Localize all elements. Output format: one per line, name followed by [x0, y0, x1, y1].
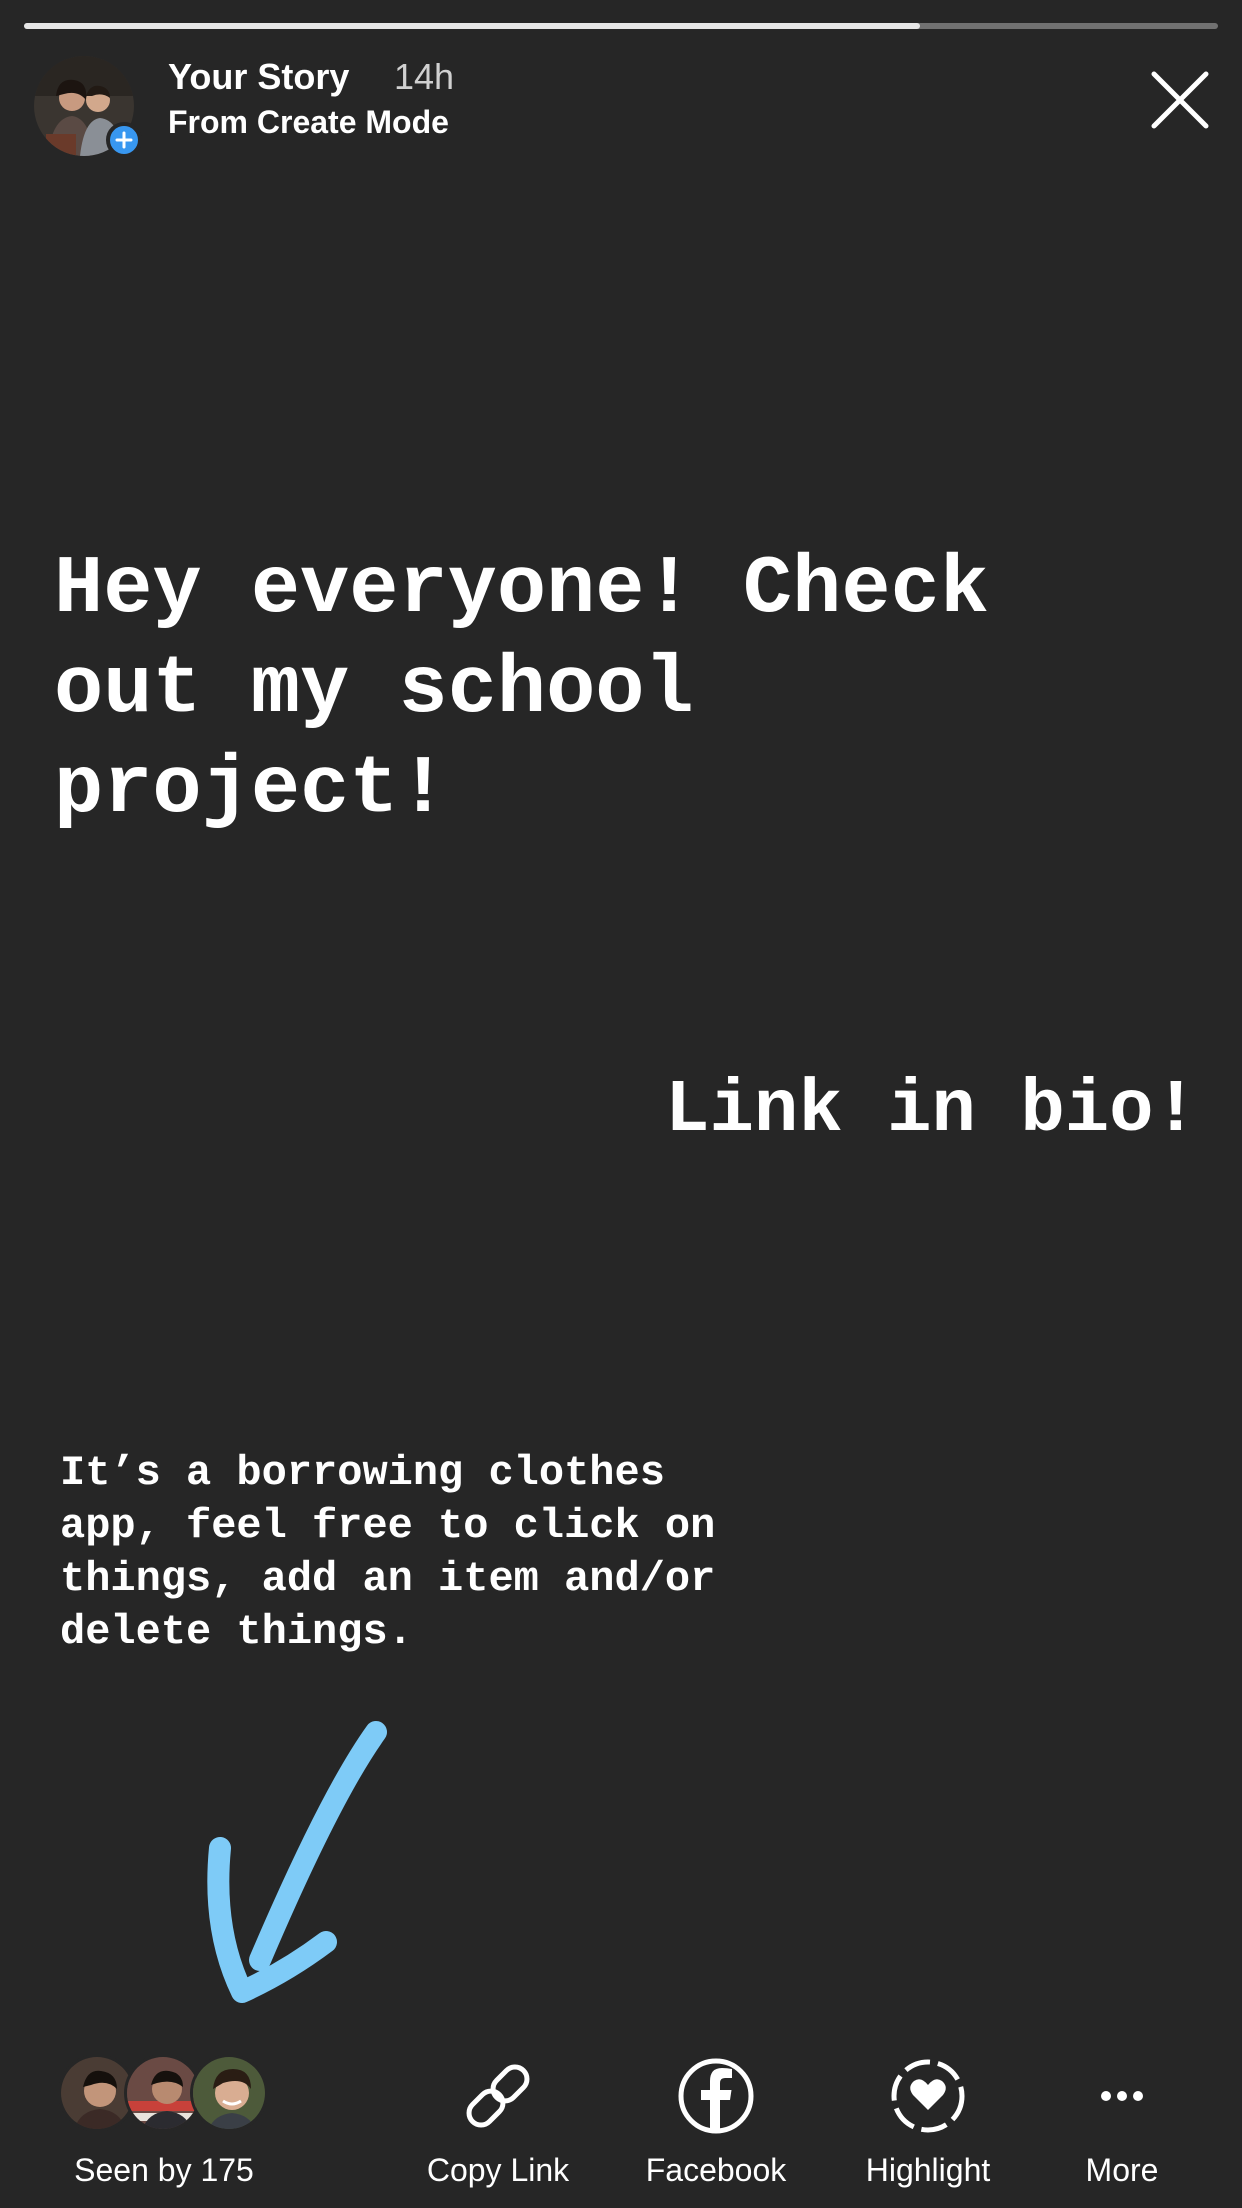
story-link-in-bio-text: Link in bio! — [665, 1069, 1198, 1153]
more-label: More — [1085, 2152, 1159, 2188]
facebook-label: Facebook — [645, 2152, 787, 2188]
story-headline-text: Hey everyone! Check out my school projec… — [54, 543, 989, 836]
story-progress-fill — [24, 23, 920, 29]
highlight-heart-icon — [891, 2059, 965, 2133]
close-icon — [1151, 71, 1209, 129]
more-dots-icon — [1101, 2091, 1143, 2101]
highlight-button[interactable]: Highlight — [833, 2046, 1023, 2196]
story-viewer: Your Story 14h From Create Mode Hey ever… — [0, 0, 1242, 2208]
viewer-3-photo-icon — [193, 2057, 265, 2129]
copy-link-label: Copy Link — [426, 2152, 570, 2188]
more-button[interactable]: More — [1027, 2046, 1217, 2196]
story-progress-bar — [24, 23, 1218, 29]
close-button[interactable] — [1148, 68, 1212, 132]
facebook-share-button[interactable]: Facebook — [621, 2046, 811, 2196]
seen-by-count[interactable]: Seen by 175 — [48, 2152, 280, 2189]
story-title[interactable]: Your Story — [168, 56, 349, 98]
drawn-arrow-icon — [207, 1721, 387, 2003]
link-icon — [466, 2064, 530, 2128]
story-timestamp: 14h — [394, 56, 455, 97]
story-subtitle: From Create Mode — [168, 104, 449, 140]
plus-icon — [115, 131, 133, 149]
copy-link-button[interactable]: Copy Link — [403, 2046, 593, 2196]
highlight-label: Highlight — [865, 2152, 991, 2188]
viewer-avatar — [190, 2054, 268, 2132]
story-description-text: It’s a borrowing clothes app, feel free … — [60, 1449, 716, 1656]
viewer-avatars[interactable] — [58, 2054, 278, 2134]
add-to-story-button[interactable] — [106, 122, 142, 158]
facebook-icon — [678, 2058, 754, 2134]
